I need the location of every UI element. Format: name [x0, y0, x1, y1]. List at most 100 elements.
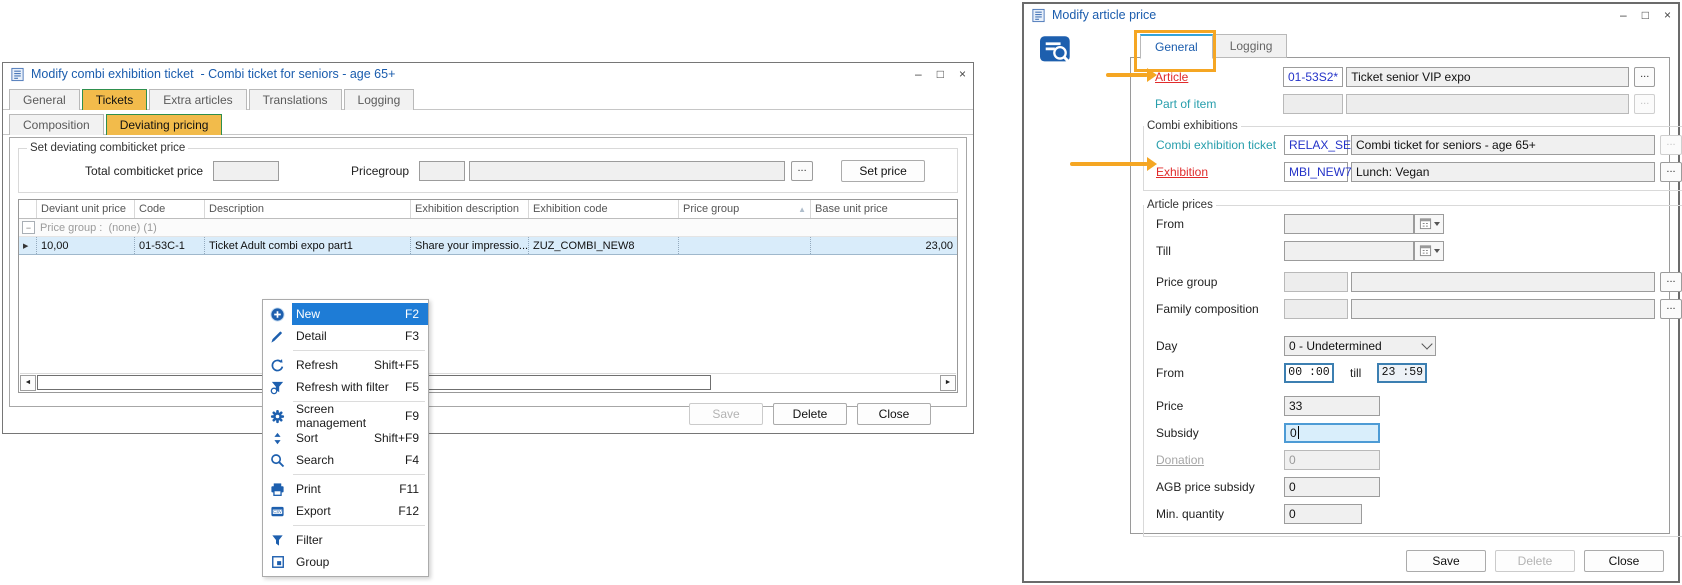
- cell-exhibition-description[interactable]: Share your impressio...: [411, 237, 529, 254]
- pricegroup-code-field[interactable]: [419, 161, 465, 181]
- price-group-browse-button[interactable]: ...: [1660, 272, 1682, 292]
- agb-price-subsidy-field[interactable]: 0: [1284, 477, 1380, 497]
- tab-general[interactable]: General: [9, 89, 80, 110]
- family-composition-name-field[interactable]: [1351, 299, 1655, 319]
- price-group-name-field[interactable]: [1351, 272, 1655, 292]
- document-icon: [1031, 8, 1046, 23]
- min-quantity-field[interactable]: 0: [1284, 504, 1362, 524]
- exhibition-label[interactable]: Exhibition: [1156, 165, 1284, 179]
- menu-item-screen-management[interactable]: Screen managementF9: [263, 405, 428, 427]
- tab-general[interactable]: General: [1140, 34, 1213, 59]
- menu-item-refresh[interactable]: RefreshShift+F5: [263, 354, 428, 376]
- tab-tickets[interactable]: Tickets: [82, 89, 148, 110]
- article-code-field[interactable]: 01-53S2*: [1283, 67, 1343, 87]
- menu-item-refresh-with-filter[interactable]: Refresh with filterF5: [263, 376, 428, 398]
- tab-logging[interactable]: Logging: [1215, 34, 1288, 58]
- close-icon[interactable]: ×: [1664, 9, 1671, 21]
- cell-code[interactable]: 01-53C-1: [135, 237, 205, 254]
- part-of-item-code-field[interactable]: [1283, 94, 1343, 114]
- cell-description[interactable]: Ticket Adult combi expo part1: [205, 237, 411, 254]
- price-group-code-field[interactable]: [1284, 272, 1348, 292]
- cell-price-group[interactable]: [679, 237, 811, 254]
- delete-button[interactable]: Delete: [773, 403, 847, 425]
- tab-translations[interactable]: Translations: [249, 89, 342, 110]
- menu-item-filter[interactable]: Filter: [263, 529, 428, 551]
- till-calendar-dropdown[interactable]: [1414, 241, 1444, 261]
- menu-item-sort[interactable]: SortShift+F9: [263, 427, 428, 449]
- column-header-base-unit-price[interactable]: Base unit price: [811, 200, 957, 218]
- collapse-icon[interactable]: −: [22, 221, 35, 234]
- time-from-field[interactable]: 00 :00: [1284, 363, 1334, 383]
- price-field[interactable]: 33: [1284, 396, 1380, 416]
- maximize-icon[interactable]: □: [937, 68, 944, 80]
- column-header-exhibition-code[interactable]: Exhibition code: [529, 200, 679, 218]
- minimize-icon[interactable]: –: [1620, 9, 1627, 21]
- time-till-field[interactable]: 23 :59: [1377, 363, 1427, 383]
- till-date-field[interactable]: [1284, 241, 1414, 261]
- subsidy-field[interactable]: 0: [1284, 423, 1380, 443]
- right-titlebar: Modify article price – □ ×: [1024, 4, 1678, 26]
- sub-tabstrip: Composition Deviating pricing: [3, 110, 973, 135]
- group-row-price-group-none[interactable]: − Price group : (none) (1): [19, 219, 957, 237]
- menu-item-new[interactable]: NewF2: [263, 303, 428, 325]
- exhibition-code-field[interactable]: MBI_NEW7: [1284, 162, 1348, 182]
- menu-item-search[interactable]: SearchF4: [263, 449, 428, 471]
- exhibition-browse-button[interactable]: ...: [1660, 162, 1682, 182]
- close-icon[interactable]: ×: [959, 68, 966, 80]
- set-deviating-price-groupbox: Set deviating combiticket price Total co…: [18, 142, 958, 193]
- time-range-row: From 00 :00 till 23 :59: [1156, 362, 1682, 383]
- price-label: Price: [1156, 399, 1284, 413]
- cell-deviant-unit-price[interactable]: 10,00: [37, 237, 135, 254]
- pricegroup-browse-button[interactable]: ...: [791, 161, 813, 181]
- scroll-left-icon[interactable]: ◄: [20, 375, 36, 391]
- tab-composition[interactable]: Composition: [9, 114, 104, 135]
- menu-item-group[interactable]: Group: [263, 551, 428, 573]
- column-header-price-group[interactable]: Price group▲: [679, 200, 811, 218]
- combi-ticket-code-field[interactable]: RELAX_SE: [1284, 135, 1348, 155]
- menu-item-print[interactable]: PrintF11: [263, 478, 428, 500]
- price-row: Price 33: [1156, 395, 1682, 416]
- combi-ticket-name-field[interactable]: Combi ticket for seniors - age 65+: [1351, 135, 1655, 155]
- table-row-selected[interactable]: ▶ 10,00 01-53C-1 Ticket Adult combi expo…: [19, 237, 957, 255]
- column-header-code[interactable]: Code: [135, 200, 205, 218]
- part-of-item-name-field[interactable]: [1346, 94, 1629, 114]
- menu-item-detail[interactable]: DetailF3: [263, 325, 428, 347]
- article-label[interactable]: Article: [1155, 70, 1283, 84]
- row-selector-icon: ▶: [23, 242, 28, 250]
- from-date-field[interactable]: [1284, 214, 1414, 234]
- price-group-row: Price group ...: [1156, 271, 1682, 292]
- article-browse-button[interactable]: ...: [1634, 67, 1655, 87]
- exhibition-name-field[interactable]: Lunch: Vegan: [1351, 162, 1655, 182]
- tab-logging[interactable]: Logging: [344, 89, 415, 110]
- column-header-description[interactable]: Description: [205, 200, 411, 218]
- day-dropdown[interactable]: 0 - Undetermined: [1284, 336, 1436, 356]
- set-price-button[interactable]: Set price: [841, 160, 925, 182]
- minimize-icon[interactable]: –: [915, 68, 922, 80]
- column-header-deviant-unit-price[interactable]: Deviant unit price: [37, 200, 135, 218]
- cell-base-unit-price[interactable]: 23,00: [811, 237, 957, 254]
- right-tabstrip: General Logging: [1140, 34, 1287, 58]
- group-box-icon: [263, 555, 292, 569]
- close-button[interactable]: Close: [857, 403, 931, 425]
- save-button[interactable]: Save: [1406, 550, 1486, 572]
- horizontal-scrollbar[interactable]: ◄ ►: [20, 373, 956, 391]
- maximize-icon[interactable]: □: [1642, 9, 1649, 21]
- article-name-field[interactable]: Ticket senior VIP expo: [1346, 67, 1629, 87]
- group-row-label: Price group : (none) (1): [40, 222, 157, 234]
- tab-extra-articles[interactable]: Extra articles: [149, 89, 246, 110]
- column-header-exhibition-description[interactable]: Exhibition description: [411, 200, 529, 218]
- scroll-right-icon[interactable]: ►: [940, 375, 956, 391]
- menu-item-export[interactable]: CSV ExportF12: [263, 500, 428, 522]
- total-combiticket-price-field[interactable]: [213, 161, 279, 181]
- save-button[interactable]: Save: [689, 403, 763, 425]
- cell-exhibition-code[interactable]: ZUZ_COMBI_NEW8: [529, 237, 679, 254]
- close-button[interactable]: Close: [1584, 550, 1664, 572]
- tab-deviating-pricing[interactable]: Deviating pricing: [106, 114, 223, 135]
- gear-icon: [263, 409, 292, 424]
- family-composition-code-field[interactable]: [1284, 299, 1348, 319]
- from-calendar-dropdown[interactable]: [1414, 214, 1444, 234]
- pricegroup-name-field[interactable]: [469, 161, 785, 181]
- delete-button[interactable]: Delete: [1495, 550, 1575, 572]
- refresh-icon: [263, 358, 292, 373]
- family-composition-browse-button[interactable]: ...: [1660, 299, 1682, 319]
